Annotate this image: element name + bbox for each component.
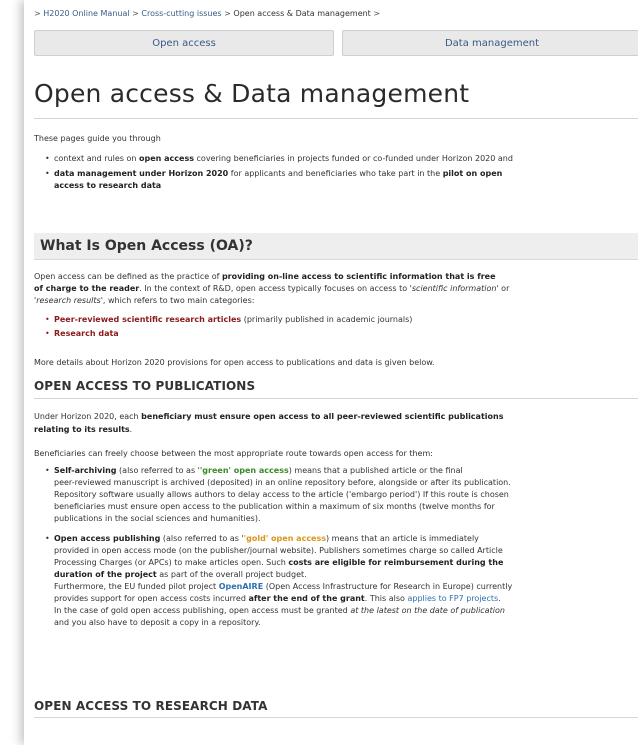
publications-line1: Under Horizon 2020, each beneficiary mus… [34, 412, 504, 421]
research-data-divider [34, 717, 638, 718]
intro-text: These pages guide you through [34, 134, 161, 143]
self-archiving-line3: Repository software usually allows autho… [54, 490, 509, 499]
routes-intro: Beneficiaries can freely choose between … [34, 449, 433, 458]
category-articles: Peer-reviewed scientific research articl… [45, 314, 638, 326]
gold-line5: Furthermore, the EU funded pilot project… [54, 582, 513, 591]
breadcrumb-trail: > [373, 9, 381, 18]
route-gold-oa: Open access publishing (also referred to… [45, 533, 638, 545]
breadcrumb-separator: > [132, 9, 139, 18]
self-archiving-line2: peer-reviewed manuscript is archived (de… [54, 478, 511, 487]
publications-line2: relating to its results. [34, 425, 133, 434]
route-self-archiving: Self-archiving (also referred to as ''gr… [45, 465, 638, 477]
tab-open-access[interactable]: Open access [34, 30, 334, 56]
self-archiving-line5: publications in the social sciences and … [54, 514, 261, 523]
breadcrumb-item-cross-cutting[interactable]: Cross-cutting issues [141, 9, 221, 18]
self-archiving-line4: beneficiaries must ensure open access to… [54, 502, 495, 511]
page-frame: > H2020 Online Manual > Cross-cutting is… [24, 0, 638, 745]
publications-divider [34, 398, 638, 399]
intro-item-data-management-cont: access to research data [54, 181, 162, 190]
section-title-publications: OPEN ACCESS TO PUBLICATIONS [34, 379, 256, 393]
section-title-what-is-oa: What Is Open Access (OA)? [40, 238, 253, 254]
gold-line7: In the case of gold open access publishi… [54, 606, 505, 615]
gold-line4: duration of the project as part of the o… [54, 570, 307, 579]
breadcrumb-prefix: > [34, 9, 41, 18]
intro-item-data-management: data management under Horizon 2020 for a… [45, 168, 638, 180]
fp7-projects-link[interactable]: applies to FP7 projects [407, 594, 498, 603]
tab-data-management[interactable]: Data management [342, 30, 638, 56]
title-divider [34, 118, 638, 119]
intro-item-open-access: context and rules on open access coverin… [45, 153, 638, 165]
oa-definition-line3: 'research results', which refers to two … [34, 296, 255, 305]
page-title: Open access & Data management [34, 79, 470, 108]
gold-line3: Processing Charges (or APCs) to make art… [54, 558, 504, 567]
gold-line2: provided in open access mode (on the pub… [54, 546, 503, 555]
breadcrumb-item-manual[interactable]: H2020 Online Manual [43, 9, 129, 18]
gold-line8: and you also have to deposit a copy in a… [54, 618, 261, 627]
breadcrumb-item-current: Open access & Data management [233, 9, 371, 18]
category-research-data: Research data [45, 328, 638, 340]
gold-line6: provides support for open access costs i… [54, 594, 501, 603]
openaire-link[interactable]: OpenAIRE [219, 582, 263, 591]
section-title-research-data: OPEN ACCESS TO RESEARCH DATA [34, 699, 268, 713]
breadcrumb: > H2020 Online Manual > Cross-cutting is… [34, 9, 380, 18]
breadcrumb-separator: > [224, 9, 231, 18]
oa-details-text: More details about Horizon 2020 provisio… [34, 358, 435, 367]
